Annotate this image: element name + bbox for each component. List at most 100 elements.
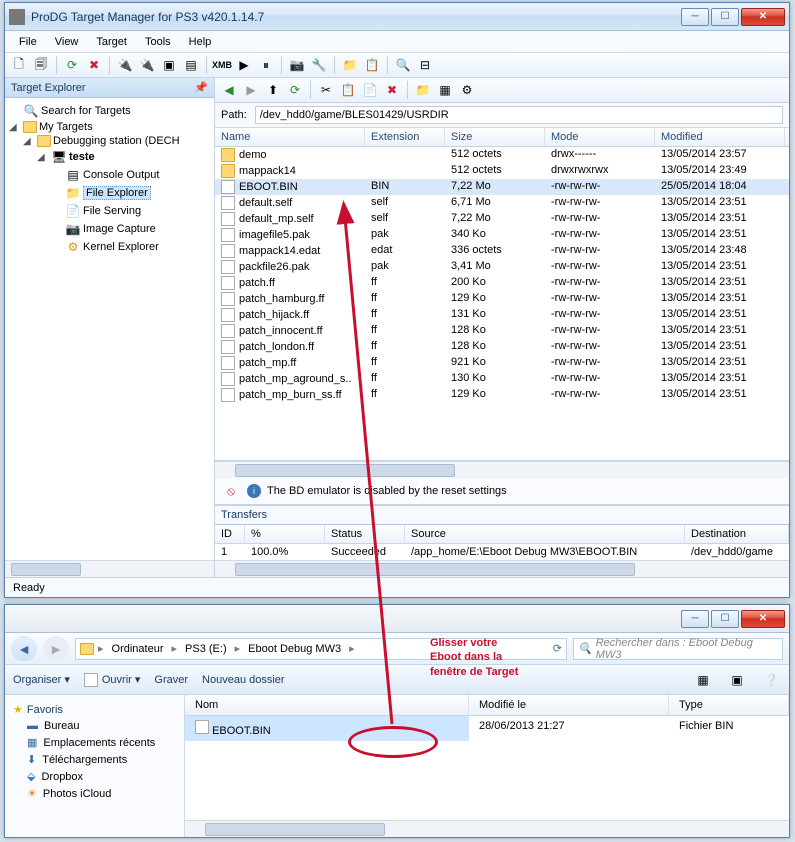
- file-row[interactable]: patch.ffff200 Ko-rw-rw-rw-13/05/2014 23:…: [215, 275, 789, 291]
- fav-dropbox[interactable]: ⬙Dropbox: [9, 768, 180, 785]
- exp-maximize-button[interactable]: [711, 610, 739, 628]
- tree-search-targets[interactable]: 🔍Search for Targets: [9, 102, 210, 120]
- close-button[interactable]: [741, 8, 785, 26]
- cmd-open[interactable]: Ouvrir ▾: [84, 673, 141, 687]
- view-btn[interactable]: ▦: [693, 670, 713, 690]
- tree-image-capture[interactable]: 📷Image Capture: [9, 220, 210, 238]
- file-row[interactable]: patch_mp.ffff921 Ko-rw-rw-rw-13/05/2014 …: [215, 355, 789, 371]
- breadcrumb[interactable]: ▸ Ordinateur ▸ PS3 (E:) ▸ Eboot Debug MW…: [75, 638, 567, 660]
- tr-col-dest[interactable]: Destination: [685, 525, 789, 544]
- file-scrollbar[interactable]: [215, 461, 789, 478]
- tb-btn2[interactable]: 🗐: [31, 55, 51, 75]
- tb-btn13[interactable]: 🔍: [393, 55, 413, 75]
- tb-btn9[interactable]: 📷: [287, 55, 307, 75]
- tree-console-output[interactable]: ▤Console Output: [9, 166, 210, 184]
- cmd-burn[interactable]: Graver: [154, 674, 188, 686]
- fav-recent[interactable]: ▦Emplacements récents: [9, 734, 180, 751]
- forward-icon[interactable]: ▶: [241, 80, 261, 100]
- tree-file-explorer[interactable]: 📁File Explorer: [9, 184, 210, 202]
- nav-forward-button[interactable]: ►: [43, 636, 69, 662]
- file-row[interactable]: demo512 octetsdrwx------13/05/2014 23:57: [215, 147, 789, 163]
- crumb-folder[interactable]: Eboot Debug MW3: [244, 643, 345, 655]
- crumb-drive[interactable]: PS3 (E:): [181, 643, 231, 655]
- minimize-button[interactable]: [681, 8, 709, 26]
- col-ext[interactable]: Extension: [365, 128, 445, 146]
- transfer-row[interactable]: 1 100.0% Succeeded /app_home/E:\Eboot De…: [215, 544, 789, 560]
- file-row[interactable]: patch_innocent.ffff128 Ko-rw-rw-rw-13/05…: [215, 323, 789, 339]
- help-icon[interactable]: ❔: [761, 670, 781, 690]
- tree-scrollbar[interactable]: [5, 560, 214, 577]
- fav-downloads[interactable]: ⬇Téléchargements: [9, 751, 180, 768]
- disconnect-icon[interactable]: 🔌: [137, 55, 157, 75]
- tb-btn6[interactable]: ▤: [181, 55, 201, 75]
- tb-btn5[interactable]: ▣: [159, 55, 179, 75]
- explorer-nav-pane[interactable]: ★Favoris ▬Bureau ▦Emplacements récents ⬇…: [5, 695, 185, 837]
- preview-btn[interactable]: ▣: [727, 670, 747, 690]
- nav-back-button[interactable]: ◄: [11, 636, 37, 662]
- tb-btn12[interactable]: 📋: [362, 55, 382, 75]
- menu-view[interactable]: View: [47, 34, 87, 50]
- tree-file-serving[interactable]: 📄File Serving: [9, 202, 210, 220]
- file-row[interactable]: default_mp.selfself7,22 Mo-rw-rw-rw-13/0…: [215, 211, 789, 227]
- file-row[interactable]: patch_hamburg.ffff129 Ko-rw-rw-rw-13/05/…: [215, 291, 789, 307]
- tree-kernel-explorer[interactable]: ⚙Kernel Explorer: [9, 238, 210, 256]
- crumb-computer[interactable]: Ordinateur: [108, 643, 168, 655]
- file-list[interactable]: Name Extension Size Mode Modified demo51…: [215, 128, 789, 461]
- explorer-titlebar[interactable]: [5, 605, 789, 633]
- fav-icloud[interactable]: ☀Photos iCloud: [9, 785, 180, 802]
- file-row[interactable]: EBOOT.BINBIN7,22 Mo-rw-rw-rw-25/05/2014 …: [215, 179, 789, 195]
- tb-btn8[interactable]: ⏸: [256, 55, 276, 75]
- tr-col-status[interactable]: Status: [325, 525, 405, 544]
- file-row[interactable]: patch_hijack.ffff131 Ko-rw-rw-rw-13/05/2…: [215, 307, 789, 323]
- tb-btn10[interactable]: 🔧: [309, 55, 329, 75]
- transfers-scrollbar[interactable]: [215, 560, 789, 577]
- tr-col-id[interactable]: ID: [215, 525, 245, 544]
- titlebar[interactable]: ProDG Target Manager for PS3 v420.1.14.7: [5, 3, 789, 31]
- refresh2-icon[interactable]: ⟳: [285, 80, 305, 100]
- newfolder-icon[interactable]: 📁: [413, 80, 433, 100]
- file-row[interactable]: patch_london.ffff128 Ko-rw-rw-rw-13/05/2…: [215, 339, 789, 355]
- gear-icon[interactable]: ⚙: [457, 80, 477, 100]
- file-row[interactable]: mappack14512 octetsdrwxrwxrwx13/05/2014 …: [215, 163, 789, 179]
- explorer-scrollbar[interactable]: [185, 820, 789, 837]
- col-modified[interactable]: Modified: [655, 128, 785, 146]
- tree-debugging-station[interactable]: ◢Debugging station (DECH: [9, 134, 210, 148]
- favorites-header[interactable]: ★Favoris: [9, 701, 180, 718]
- refresh3-icon[interactable]: ⟳: [553, 642, 562, 655]
- tr-col-pct[interactable]: %: [245, 525, 325, 544]
- refresh-icon[interactable]: ⟳: [62, 55, 82, 75]
- file-row[interactable]: packfile26.pakpak3,41 Mo-rw-rw-rw-13/05/…: [215, 259, 789, 275]
- tb-btn14[interactable]: ⊟: [415, 55, 435, 75]
- col-size[interactable]: Size: [445, 128, 545, 146]
- target-tree[interactable]: 🔍Search for Targets ◢My Targets ◢Debuggi…: [5, 98, 214, 560]
- tree-teste[interactable]: ◢🖥teste: [9, 148, 210, 166]
- exp-close-button[interactable]: [741, 610, 785, 628]
- file-row[interactable]: patch_mp_burn_ss.ffff129 Ko-rw-rw-rw-13/…: [215, 387, 789, 403]
- up-icon[interactable]: ⬆: [263, 80, 283, 100]
- menu-target[interactable]: Target: [88, 34, 135, 50]
- delete-icon[interactable]: ✖: [382, 80, 402, 100]
- tree-my-targets[interactable]: ◢My Targets: [9, 120, 210, 134]
- explorer-file-list[interactable]: Nom Modifié le Type EBOOT.BIN 28/06/2013…: [185, 695, 789, 837]
- tb-xmb[interactable]: XMB: [212, 55, 232, 75]
- cmd-organize[interactable]: Organiser ▾: [13, 673, 70, 686]
- view-icon[interactable]: ▦: [435, 80, 455, 100]
- file-row[interactable]: mappack14.edatedat336 octets-rw-rw-rw-13…: [215, 243, 789, 259]
- menu-help[interactable]: Help: [181, 34, 220, 50]
- maximize-button[interactable]: [711, 8, 739, 26]
- path-input[interactable]: [255, 106, 783, 124]
- tr-col-source[interactable]: Source: [405, 525, 685, 544]
- tb-btn1[interactable]: 🗋: [9, 55, 29, 75]
- copy-icon[interactable]: 📋: [338, 80, 358, 100]
- exp-minimize-button[interactable]: [681, 610, 709, 628]
- col-name[interactable]: Name: [215, 128, 365, 146]
- cmd-newfolder[interactable]: Nouveau dossier: [202, 674, 285, 686]
- stop-icon[interactable]: ✖: [84, 55, 104, 75]
- tb-btn7[interactable]: ▶: [234, 55, 254, 75]
- stop2-icon[interactable]: ⦸: [221, 481, 241, 501]
- fav-bureau[interactable]: ▬Bureau: [9, 718, 180, 734]
- col-mode[interactable]: Mode: [545, 128, 655, 146]
- explorer-file-row[interactable]: EBOOT.BIN 28/06/2013 21:27 Fichier BIN: [185, 716, 789, 741]
- file-row[interactable]: default.selfself6,71 Mo-rw-rw-rw-13/05/2…: [215, 195, 789, 211]
- file-row[interactable]: patch_mp_aground_s..ff130 Ko-rw-rw-rw-13…: [215, 371, 789, 387]
